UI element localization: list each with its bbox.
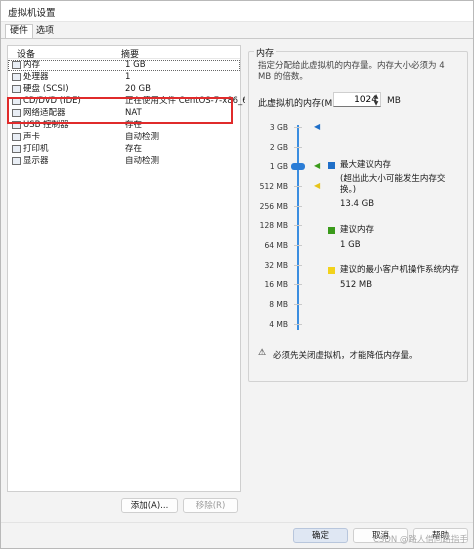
warning-text: 必须先关闭虚拟机，才能降低内存量。 xyxy=(273,351,418,361)
max-recommended-value: 13.4 GB xyxy=(340,199,375,209)
summary-column-header[interactable]: 摘要 xyxy=(121,47,139,60)
scale-label: 128 MB xyxy=(259,221,288,230)
slider-tick xyxy=(294,265,302,266)
slider-track[interactable] xyxy=(297,125,299,330)
spin-down-icon[interactable]: ▼ xyxy=(371,100,381,107)
slider-tick xyxy=(294,284,302,285)
device-name: 打印机 xyxy=(23,144,49,154)
max-recommended-note: (超出此大小可能发生内存交换。) xyxy=(340,174,446,195)
vm-settings-window: 虚拟机设置 硬件 选项 设备 摘要 内存 1 GB 处理器 1 硬盘 (SCSI… xyxy=(0,0,474,549)
memory-unit-label: MB xyxy=(387,96,401,106)
tab-hardware[interactable]: 硬件 xyxy=(5,24,34,38)
device-name: USB 控制器 xyxy=(23,120,69,130)
slider-tick xyxy=(294,245,302,246)
processor-icon xyxy=(12,73,21,81)
footer-divider xyxy=(1,522,473,523)
device-row-memory[interactable]: 内存 1 GB xyxy=(8,60,240,71)
memory-icon xyxy=(12,61,21,69)
recommended-label: 建议内存 xyxy=(340,225,375,235)
device-summary: NAT xyxy=(125,108,142,118)
memory-description: 指定分配给此虚拟机的内存量。内存大小必须为 4 MB 的倍数。 xyxy=(258,61,445,82)
slider-tick xyxy=(294,324,302,325)
guest-min-legend-icon xyxy=(328,267,335,274)
slider-tick xyxy=(294,304,302,305)
sound-card-icon xyxy=(12,133,21,141)
window-title: 虚拟机设置 xyxy=(8,8,56,19)
scale-label: 8 MB xyxy=(269,300,288,309)
device-name: CD/DVD (IDE) xyxy=(23,96,81,106)
device-list-header: 设备 摘要 xyxy=(8,46,240,60)
scale-label: 3 GB xyxy=(269,123,288,132)
tab-options[interactable]: 选项 xyxy=(32,25,58,38)
guest-min-marker-icon: ◀ xyxy=(314,181,321,190)
add-device-button[interactable]: 添加(A)... xyxy=(121,498,178,513)
title-bar: 虚拟机设置 xyxy=(1,1,473,22)
recommended-marker-icon: ◀ xyxy=(314,161,321,170)
device-summary: 自动检测 xyxy=(125,156,160,166)
watermark: CSDN @路人借问路指手 xyxy=(373,535,468,545)
max-recommended-label: 最大建议内存 xyxy=(340,160,392,170)
scale-label: 512 MB xyxy=(259,182,288,191)
device-name: 声卡 xyxy=(23,132,41,142)
scale-label: 256 MB xyxy=(259,202,288,211)
usb-controller-icon xyxy=(12,121,21,129)
device-name: 硬盘 (SCSI) xyxy=(23,84,69,94)
recommended-value: 1 GB xyxy=(340,240,361,250)
max-recommended-legend-icon xyxy=(328,162,335,169)
device-summary: 自动检测 xyxy=(125,132,160,142)
device-name: 处理器 xyxy=(23,72,49,82)
slider-tick xyxy=(294,127,302,128)
slider-tick xyxy=(294,206,302,207)
device-summary: 存在 xyxy=(125,120,143,130)
tab-strip: 硬件 选项 xyxy=(1,22,473,39)
display-icon xyxy=(12,157,21,165)
scale-label: 32 MB xyxy=(264,261,288,270)
device-summary: 存在 xyxy=(125,144,143,154)
device-name: 内存 xyxy=(23,60,41,70)
scale-label: 64 MB xyxy=(264,241,288,250)
device-row-display[interactable]: 显示器 自动检测 xyxy=(8,156,240,167)
device-summary: 正在使用文件 CentOS-7-x86_6... xyxy=(125,96,245,106)
slider-tick xyxy=(294,186,302,187)
network-adapter-icon xyxy=(12,109,21,117)
slider-tick xyxy=(294,225,302,226)
scale-label: 2 GB xyxy=(269,143,288,152)
guest-min-value: 512 MB xyxy=(340,280,373,290)
memory-group-title: 内存 xyxy=(254,46,277,59)
scale-label: 4 MB xyxy=(269,320,288,329)
memory-input-label: 此虚拟机的内存(M): xyxy=(258,99,339,109)
device-summary: 1 GB xyxy=(125,60,146,70)
max-recommended-marker-icon: ◀ xyxy=(314,122,321,131)
slider-thumb[interactable] xyxy=(291,163,305,170)
hard-disk-icon xyxy=(12,85,21,93)
device-column-header[interactable]: 设备 xyxy=(17,47,35,60)
slider-tick xyxy=(294,147,302,148)
warning-icon: ⚠ xyxy=(258,348,267,358)
recommended-legend-icon xyxy=(328,227,335,234)
device-summary: 20 GB xyxy=(125,84,151,94)
ok-button[interactable]: 确定 xyxy=(293,528,348,543)
device-name: 显示器 xyxy=(23,156,49,166)
scale-label: 16 MB xyxy=(264,280,288,289)
spin-up-icon[interactable]: ▲ xyxy=(371,93,381,100)
device-row-hard-disk[interactable]: 硬盘 (SCSI) 20 GB xyxy=(8,84,240,95)
printer-icon xyxy=(12,145,21,153)
guest-min-label: 建议的最小客户机操作系统内存 xyxy=(340,265,460,275)
device-row-network-adapter[interactable]: 网络适配器 NAT xyxy=(8,108,240,119)
device-list[interactable]: 设备 摘要 内存 1 GB 处理器 1 硬盘 (SCSI) 20 GB CD/D… xyxy=(7,45,245,492)
device-summary: 1 xyxy=(125,72,131,82)
scale-label: 1 GB xyxy=(269,162,288,171)
device-row-usb-controller[interactable]: USB 控制器 存在 xyxy=(8,120,240,131)
cd-dvd-icon xyxy=(12,97,21,105)
device-row-processor[interactable]: 处理器 1 xyxy=(8,72,240,83)
device-name: 网络适配器 xyxy=(23,108,66,118)
device-row-sound-card[interactable]: 声卡 自动检测 xyxy=(8,132,240,143)
device-row-printer[interactable]: 打印机 存在 xyxy=(8,144,240,155)
remove-device-button[interactable]: 移除(R) xyxy=(183,498,238,513)
device-row-cd-dvd[interactable]: CD/DVD (IDE) 正在使用文件 CentOS-7-x86_6... xyxy=(8,96,245,107)
